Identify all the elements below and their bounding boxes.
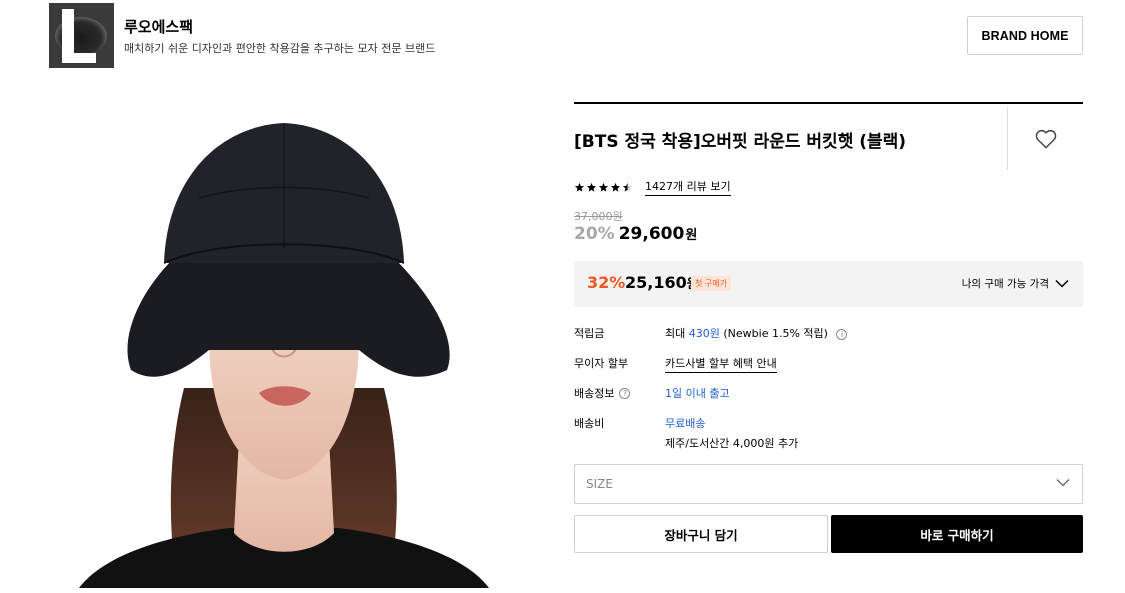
member-price-box: 32% 25,160원 첫 구매가 나의 구매 가능 가격 bbox=[574, 261, 1083, 307]
logo-letter-l bbox=[62, 9, 96, 63]
star-icon bbox=[574, 182, 585, 192]
chevron-down-icon bbox=[1055, 279, 1069, 288]
heart-icon bbox=[1035, 129, 1057, 149]
shipping-fee-values: 무료배송 제주/도서산간 4,000원 추가 bbox=[665, 415, 798, 451]
add-to-cart-button[interactable]: 장바구니 담기 bbox=[574, 515, 828, 553]
title-divider bbox=[1007, 107, 1008, 170]
size-placeholder: SIZE bbox=[586, 477, 613, 491]
shipping-fee-label: 배송비 bbox=[574, 417, 605, 430]
points-label: 적립금 bbox=[574, 327, 605, 340]
discount-rate: 20% bbox=[574, 224, 615, 244]
shipping-fee-value: 무료배송 bbox=[665, 417, 706, 430]
size-select[interactable]: SIZE bbox=[574, 464, 1083, 504]
buy-now-button[interactable]: 바로 구매하기 bbox=[831, 515, 1083, 553]
brand-description: 매치하기 쉬운 디자인과 편안한 착용감을 추구하는 모자 전문 브랜드 bbox=[124, 42, 436, 55]
info-icon[interactable]: i bbox=[836, 329, 848, 340]
chevron-down-icon bbox=[1056, 479, 1070, 487]
brand-home-button[interactable]: BRAND HOME bbox=[967, 16, 1083, 55]
brand-logo[interactable] bbox=[49, 3, 114, 68]
points-prefix: 최대 bbox=[665, 327, 686, 340]
brand-name[interactable]: 루오에스팩 bbox=[124, 16, 193, 37]
star-rating bbox=[574, 182, 633, 193]
star-icon bbox=[598, 182, 609, 192]
star-icon bbox=[586, 182, 597, 192]
first-purchase-badge: 첫 구매가 bbox=[691, 276, 731, 291]
product-photo-icon bbox=[79, 123, 489, 588]
price-row: 20% 29,600 원 bbox=[574, 224, 697, 244]
review-link[interactable]: 1427개 리뷰 보기 bbox=[645, 178, 731, 196]
installment-label: 무이자 할부 bbox=[574, 357, 629, 370]
shipping-info-label: 배송정보 bbox=[574, 387, 615, 400]
my-price-label: 나의 구매 가능 가격 bbox=[961, 278, 1049, 290]
shipping-info-value: 1일 이내 출고 bbox=[665, 387, 730, 400]
original-price: 37,000원 bbox=[574, 210, 623, 223]
product-image bbox=[49, 88, 523, 588]
installment-link[interactable]: 카드사별 할부 혜택 안내 bbox=[665, 355, 777, 373]
member-price: 25,160원 bbox=[625, 273, 699, 292]
half-star-icon bbox=[622, 182, 633, 192]
rating-row: 1427개 리뷰 보기 bbox=[574, 178, 731, 196]
points-suffix: (Newbie 1.5% 적립) bbox=[723, 327, 828, 340]
star-icon bbox=[610, 182, 621, 192]
title-top-rule bbox=[574, 102, 1083, 104]
my-price-toggle[interactable]: 나의 구매 가능 가격 bbox=[962, 276, 1069, 291]
shipping-info-label-wrap: 배송정보? bbox=[574, 385, 664, 401]
member-price-value: 25,160 bbox=[625, 273, 687, 292]
help-icon[interactable]: ? bbox=[619, 387, 631, 399]
points-amount: 430원 bbox=[688, 327, 720, 340]
points-value: 최대 430원 (Newbie 1.5% 적립) i bbox=[665, 325, 848, 341]
wishlist-button[interactable] bbox=[1030, 124, 1062, 154]
sale-price-unit: 원 bbox=[685, 228, 698, 243]
shipping-fee-extra: 제주/도서산간 4,000원 추가 bbox=[665, 437, 799, 450]
member-discount-rate: 32% bbox=[587, 273, 626, 292]
sale-price: 29,600 bbox=[618, 224, 685, 244]
product-title: [BTS 정국 착용]오버핏 라운드 버킷햇 (블랙) bbox=[574, 132, 907, 152]
